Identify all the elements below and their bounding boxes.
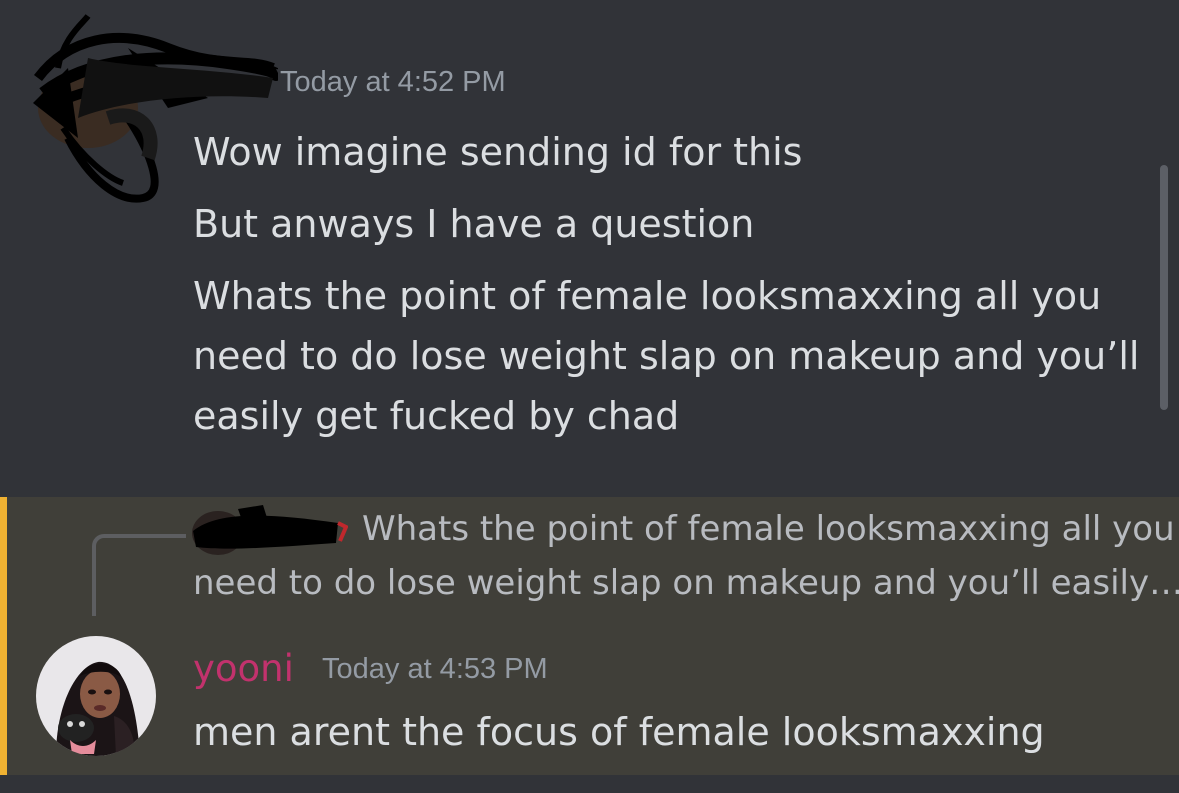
message-line: need to do lose weight slap on makeup an… (193, 334, 1140, 378)
username[interactable]: yooni (193, 647, 294, 690)
message-timestamp: Today at 4:52 PM (280, 66, 506, 98)
message-group: Today at 4:52 PM Wow imagine sending id … (0, 0, 1179, 497)
scrollbar-thumb[interactable] (1160, 165, 1168, 410)
message-line: Whats the point of female looksmaxxing a… (193, 274, 1102, 318)
bottom-padding (0, 775, 1179, 793)
avatar-image (36, 636, 156, 756)
message-timestamp: Today at 4:53 PM (322, 653, 548, 685)
reply-preview-text[interactable]: need to do lose weight slap on makeup an… (193, 563, 1179, 603)
message-line: But anways I have a question (193, 202, 755, 246)
redacted-reply-author (192, 505, 348, 555)
avatar[interactable] (36, 636, 156, 756)
message-line: Wow imagine sending id for this (193, 130, 803, 174)
message-line: easily get fucked by chad (193, 394, 680, 438)
mention-message[interactable]: Whats the point of female looksmaxxing a… (0, 497, 1179, 775)
mention-highlight-bar (0, 497, 7, 775)
chat-view: Today at 4:52 PM Wow imagine sending id … (0, 0, 1179, 793)
reply-preview-text[interactable]: Whats the point of female looksmaxxing a… (362, 509, 1175, 549)
reply-connector (92, 534, 186, 616)
message-text: men arent the focus of female looksmaxxi… (193, 710, 1045, 754)
